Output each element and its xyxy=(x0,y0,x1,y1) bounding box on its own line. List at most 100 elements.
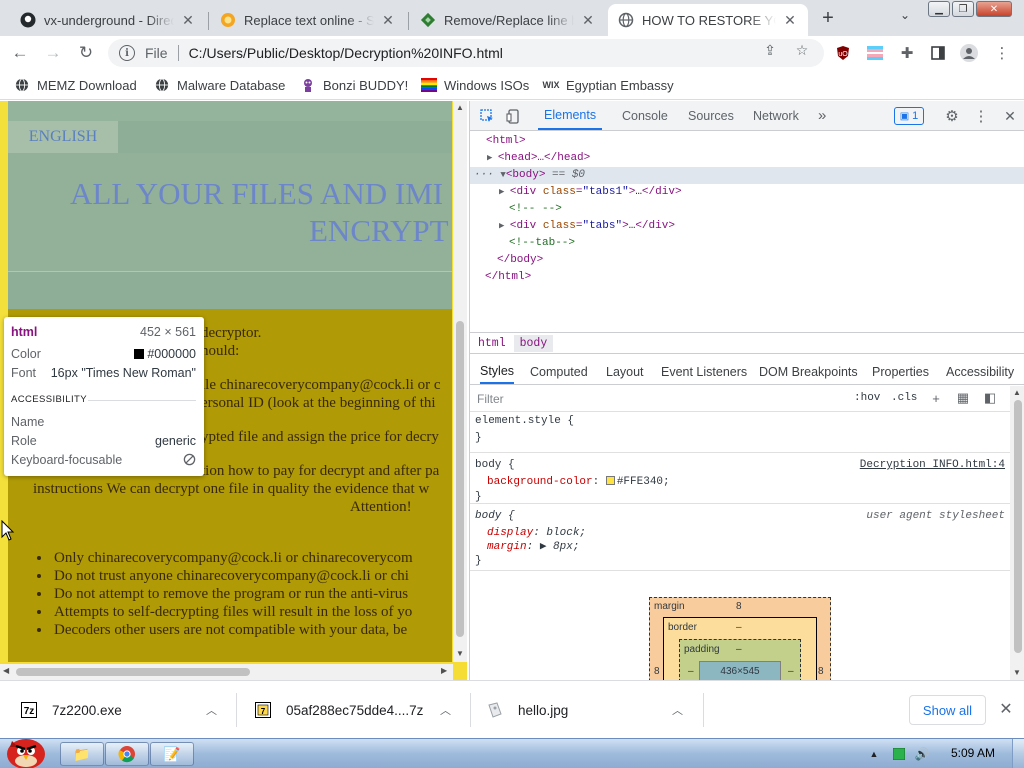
close-icon[interactable]: ✕ xyxy=(998,701,1014,718)
gear-icon[interactable]: ⚙ xyxy=(944,108,960,125)
dom-node-body[interactable]: ··· ▼<body> == $0 xyxy=(470,167,1024,184)
forward-arrow-icon[interactable]: → xyxy=(41,41,65,65)
side-panel-icon[interactable] xyxy=(929,44,947,62)
dom-node-html[interactable]: <html> xyxy=(470,133,1024,150)
dom-node-head[interactable]: ▶ <head>…</head> xyxy=(470,150,1024,167)
tab-sources[interactable]: Sources xyxy=(688,101,734,130)
sidebar-toggle-icon[interactable]: ◧ xyxy=(982,390,998,406)
close-icon[interactable]: ✕ xyxy=(180,12,196,28)
cls-toggle[interactable]: .cls xyxy=(891,392,917,404)
kebab-menu-icon[interactable]: ⋮ xyxy=(973,108,989,125)
tab-network[interactable]: Network xyxy=(753,101,799,130)
back-arrow-icon[interactable]: ← xyxy=(8,41,32,65)
dom-node-body-close[interactable]: </body> xyxy=(470,252,1024,269)
plus-icon[interactable]: + xyxy=(928,390,944,406)
tab-accessibility[interactable]: Accessibility xyxy=(946,359,1014,384)
scrollbar-thumb[interactable] xyxy=(16,668,250,676)
close-icon[interactable]: ✕ xyxy=(782,12,798,28)
breadcrumb-html[interactable]: html xyxy=(472,335,512,352)
bookmark-bonzi[interactable]: Bonzi BUDDY! xyxy=(300,76,408,94)
expand-triangle-icon[interactable]: ▶ xyxy=(540,541,547,553)
rule-declaration[interactable]: background-color: #FFE340; xyxy=(475,474,670,491)
taskbar-explorer-button[interactable]: 📁 xyxy=(60,742,104,766)
angry-bird-start-icon[interactable] xyxy=(2,733,50,768)
tab-replace-text[interactable]: Replace text online - Sp ✕ xyxy=(210,4,406,36)
window-close-button[interactable]: ✕ xyxy=(976,1,1012,17)
scrollbar-thumb[interactable] xyxy=(1014,400,1022,653)
language-tab[interactable]: ENGLISH xyxy=(8,121,118,153)
expand-triangle-icon[interactable]: ▶ xyxy=(499,187,510,197)
scroll-up-arrow-icon[interactable]: ▲ xyxy=(455,103,465,112)
network-status-icon[interactable] xyxy=(892,745,906,763)
tab-remove-replace-line[interactable]: Remove/Replace line b ✕ xyxy=(410,4,606,36)
tab-vx-underground[interactable]: vx-underground - Direc ✕ xyxy=(10,4,206,36)
puzzle-icon[interactable]: ✚ xyxy=(898,44,916,62)
scroll-down-arrow-icon[interactable]: ▼ xyxy=(455,649,465,658)
chevron-down-icon[interactable]: ⌄ xyxy=(896,8,914,26)
dom-comment[interactable]: <!--tab--> xyxy=(470,235,1024,252)
color-swatch[interactable] xyxy=(605,476,615,485)
url-text[interactable]: C:/Users/Public/Desktop/Decryption%20INF… xyxy=(189,45,503,61)
scroll-down-arrow-icon[interactable]: ▼ xyxy=(1013,668,1021,677)
profile-avatar-icon[interactable] xyxy=(960,44,978,62)
close-icon[interactable]: ✕ xyxy=(1002,108,1018,124)
bookmark-memz[interactable]: MEMZ Download xyxy=(14,76,137,94)
share-icon[interactable]: ⇪ xyxy=(762,42,778,58)
scroll-right-arrow-icon[interactable]: ▶ xyxy=(441,666,447,675)
scrollbar-thumb[interactable] xyxy=(456,321,464,637)
volume-icon[interactable]: 🔊 xyxy=(914,745,930,763)
kebab-menu-icon[interactable]: ⋮ xyxy=(993,44,1011,62)
address-bar[interactable]: i File C:/Users/Public/Desktop/Decryptio… xyxy=(108,39,824,67)
close-icon[interactable]: ✕ xyxy=(380,12,396,28)
tab-how-to-restore[interactable]: HOW TO RESTORE YOU ✕ xyxy=(608,4,808,36)
show-desktop-button[interactable] xyxy=(1012,739,1024,768)
bookmark-malware-database[interactable]: Malware Database xyxy=(154,76,285,94)
download-item[interactable]: 7z 7z2200.exe ︿ xyxy=(20,681,217,739)
more-tabs-icon[interactable]: » xyxy=(818,101,826,130)
tab-properties[interactable]: Properties xyxy=(872,359,929,384)
chevron-up-icon[interactable]: ︿ xyxy=(672,702,683,718)
dom-node-html-close[interactable]: </html> xyxy=(470,269,1024,286)
bookmark-windows-isos[interactable]: Windows ISOs xyxy=(421,76,529,94)
download-item[interactable]: 7 05af288ec75dde4....7z ︿ xyxy=(254,681,451,739)
chevron-up-icon[interactable]: ︿ xyxy=(440,702,451,718)
tab-console[interactable]: Console xyxy=(622,101,668,130)
tab-styles[interactable]: Styles xyxy=(480,359,515,384)
taskbar-notepad-button[interactable]: 📝 xyxy=(150,742,194,766)
breadcrumb-body[interactable]: body xyxy=(513,334,554,352)
bookmark-egyptian-embassy[interactable]: WIX Egyptian Embassy xyxy=(543,76,674,94)
tab-layout[interactable]: Layout xyxy=(606,359,644,384)
show-all-button[interactable]: Show all xyxy=(909,695,986,725)
chevron-up-icon[interactable]: ︿ xyxy=(206,702,217,718)
rule-selector[interactable]: body { xyxy=(475,457,515,474)
info-icon[interactable]: i xyxy=(119,45,135,61)
device-toolbar-icon[interactable] xyxy=(505,108,521,124)
taskbar-chrome-button[interactable] xyxy=(105,742,149,766)
box-model-content[interactable]: 436×545 xyxy=(699,661,781,681)
scroll-up-arrow-icon[interactable]: ▲ xyxy=(1013,388,1021,397)
page-horizontal-scrollbar[interactable]: ◀ ▶ xyxy=(0,664,453,680)
download-item[interactable]: hello.jpg ︿ xyxy=(486,681,683,739)
expand-triangle-icon[interactable]: ▶ xyxy=(499,221,510,231)
rule-selector[interactable]: element.style { xyxy=(475,413,574,430)
tab-dom-breakpoints[interactable]: DOM Breakpoints xyxy=(759,359,858,384)
paint-roller-icon[interactable]: ▦ xyxy=(955,390,971,406)
new-tab-button[interactable]: + xyxy=(816,6,840,30)
dom-comment[interactable]: <!-- --> xyxy=(470,201,1024,218)
taskbar-clock[interactable]: 5:09 AM xyxy=(951,746,995,760)
styles-scrollbar[interactable]: ▲ ▼ xyxy=(1010,386,1024,680)
close-icon[interactable]: ✕ xyxy=(580,12,596,28)
issues-badge[interactable]: ▣ 1 xyxy=(894,107,924,125)
tab-event-listeners[interactable]: Event Listeners xyxy=(661,359,747,384)
reload-icon[interactable]: ↻ xyxy=(74,41,98,65)
expand-triangle-icon[interactable]: ▶ xyxy=(487,153,498,163)
dom-node-div-tabs[interactable]: ▶ <div class="tabs">…</div> xyxy=(470,218,1024,235)
inspect-element-icon[interactable] xyxy=(479,108,495,124)
rule-source-link[interactable]: Decryption INFO.html:4 xyxy=(860,457,1005,474)
scroll-left-arrow-icon[interactable]: ◀ xyxy=(3,666,9,675)
page-vertical-scrollbar[interactable]: ▲ ▼ xyxy=(453,101,467,662)
filter-input[interactable]: Filter xyxy=(477,392,504,406)
maximize-button[interactable]: ❐ xyxy=(952,1,974,17)
tab-elements[interactable]: Elements xyxy=(538,101,603,130)
dom-node-div-tabs1[interactable]: ▶ <div class="tabs1">…</div> xyxy=(470,184,1024,201)
